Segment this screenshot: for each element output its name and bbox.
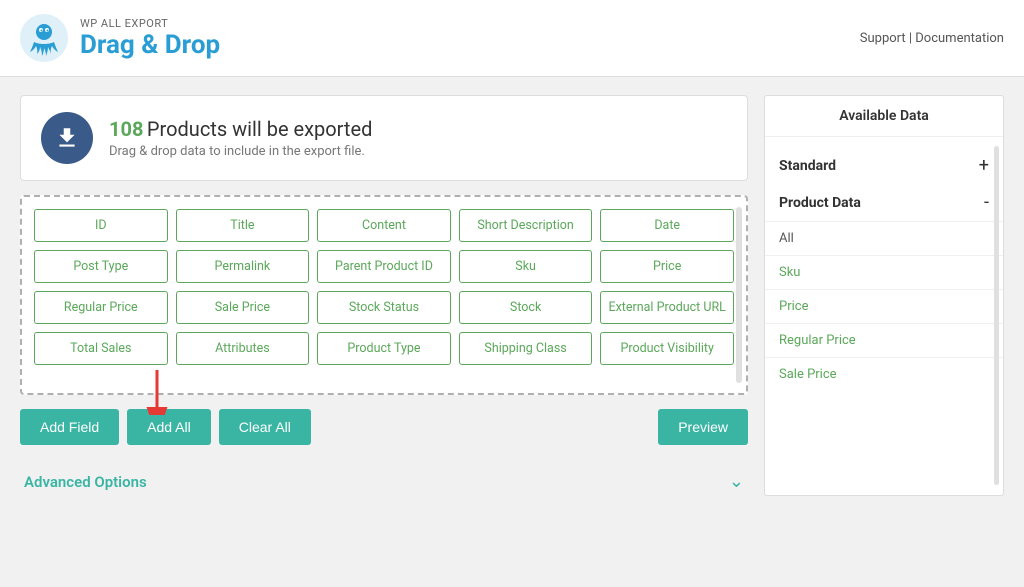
- field-tag[interactable]: External Product URL: [600, 291, 734, 324]
- data-list-item[interactable]: Price: [765, 289, 1003, 323]
- field-tag[interactable]: Product Visibility: [600, 332, 734, 365]
- section-toggle: +: [979, 155, 989, 176]
- info-banner: 108 Products will be exported Drag & dro…: [20, 95, 748, 181]
- field-tag[interactable]: Title: [176, 209, 310, 242]
- field-tag[interactable]: Content: [317, 209, 451, 242]
- chevron-down-icon: ⌄: [729, 471, 744, 492]
- data-list-item[interactable]: Regular Price: [765, 323, 1003, 357]
- advanced-options-label: Advanced Options: [24, 473, 147, 491]
- fields-grid: IDTitleContentShort DescriptionDate Post …: [34, 209, 734, 365]
- drag-drop-area[interactable]: IDTitleContentShort DescriptionDate Post …: [20, 195, 748, 395]
- field-tag[interactable]: Attributes: [176, 332, 310, 365]
- section-name: Standard: [779, 158, 836, 174]
- field-tag[interactable]: Permalink: [176, 250, 310, 283]
- header: WP ALL EXPORT Drag & Drop Support | Docu…: [0, 0, 1024, 77]
- brand-name: WP ALL EXPORT: [80, 17, 220, 30]
- field-tag[interactable]: Shipping Class: [459, 332, 593, 365]
- export-icon-circle: [41, 112, 93, 164]
- header-left: WP ALL EXPORT Drag & Drop: [20, 14, 220, 62]
- available-data-header: Available Data: [765, 96, 1003, 137]
- field-tag[interactable]: Sku: [459, 250, 593, 283]
- field-tag[interactable]: Product Type: [317, 332, 451, 365]
- field-tag[interactable]: Stock: [459, 291, 593, 324]
- info-text-block: 108 Products will be exported Drag & dro…: [109, 117, 372, 159]
- preview-button[interactable]: Preview: [658, 409, 748, 445]
- section-name: Product Data: [779, 195, 861, 211]
- scroll-indicator: [994, 146, 999, 485]
- data-list-item[interactable]: Sale Price: [765, 357, 1003, 391]
- add-field-button[interactable]: Add Field: [20, 409, 119, 445]
- logo-icon: [20, 14, 68, 62]
- link-separator: |: [906, 31, 916, 46]
- field-tag[interactable]: Regular Price: [34, 291, 168, 324]
- data-section-header[interactable]: Product Data -: [765, 184, 1003, 221]
- export-subtitle: Drag & drop data to include in the expor…: [109, 144, 372, 159]
- page-title: Drag & Drop: [80, 30, 220, 60]
- field-tag[interactable]: Stock Status: [317, 291, 451, 324]
- export-count: 108: [109, 117, 143, 141]
- right-panel: Available Data Standard + Product Data - All…: [764, 95, 1004, 496]
- download-icon: [54, 125, 80, 151]
- field-tag[interactable]: ID: [34, 209, 168, 242]
- documentation-link[interactable]: Documentation: [915, 31, 1004, 46]
- arrow-indicator: [137, 365, 177, 415]
- field-tag[interactable]: Price: [600, 250, 734, 283]
- support-link[interactable]: Support: [860, 31, 906, 46]
- header-title-block: WP ALL EXPORT Drag & Drop: [80, 17, 220, 60]
- add-all-wrapper: Add All: [127, 409, 211, 445]
- clear-all-button[interactable]: Clear All: [219, 409, 311, 445]
- data-list-item[interactable]: All: [765, 221, 1003, 255]
- main-content: 108 Products will be exported Drag & dro…: [0, 77, 1024, 514]
- advanced-options-section[interactable]: Advanced Options ⌄: [20, 459, 748, 496]
- field-tag[interactable]: Parent Product ID: [317, 250, 451, 283]
- action-buttons: Add Field Add All Clear All Preview: [20, 409, 748, 445]
- header-links: Support | Documentation: [860, 31, 1004, 46]
- field-tag[interactable]: Sale Price: [176, 291, 310, 324]
- field-tag[interactable]: Date: [600, 209, 734, 242]
- section-toggle: -: [984, 192, 989, 213]
- data-section-header[interactable]: Standard +: [765, 147, 1003, 184]
- data-list-item[interactable]: Sku: [765, 255, 1003, 289]
- right-panel-body: Standard + Product Data - AllSkuPriceRegular…: [765, 137, 1003, 401]
- field-tag[interactable]: Short Description: [459, 209, 593, 242]
- export-title: Products will be exported: [147, 117, 372, 141]
- field-tag[interactable]: Total Sales: [34, 332, 168, 365]
- field-tag[interactable]: Post Type: [34, 250, 168, 283]
- left-panel: 108 Products will be exported Drag & dro…: [20, 95, 748, 496]
